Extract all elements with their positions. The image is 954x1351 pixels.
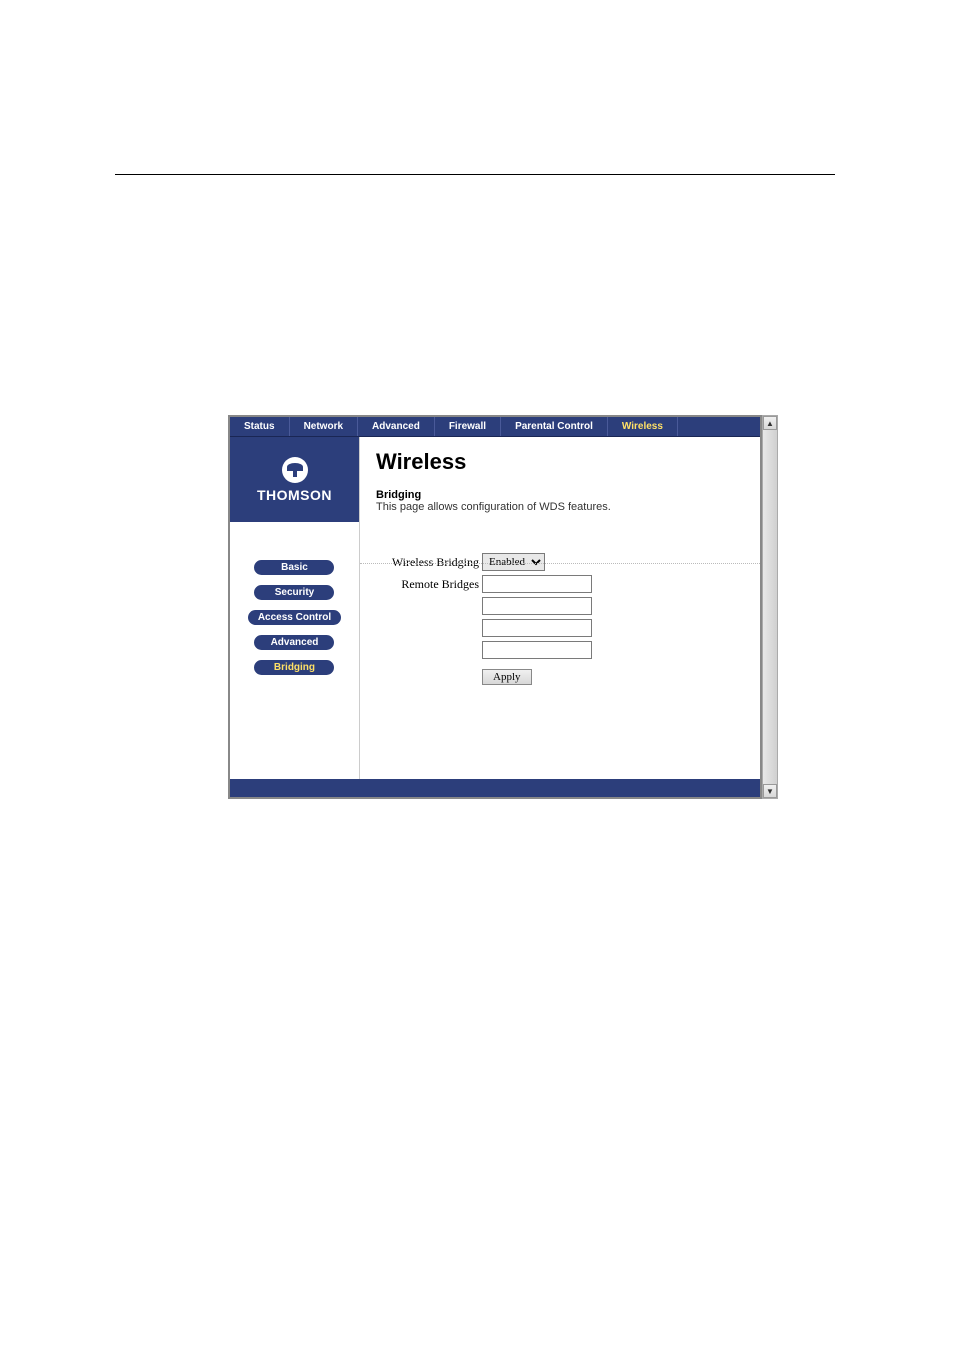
remote-bridge-input-1[interactable] bbox=[482, 575, 592, 593]
nav-label: Network bbox=[304, 421, 343, 432]
nav-tab-network[interactable]: Network bbox=[290, 417, 358, 436]
apply-button[interactable]: Apply bbox=[482, 669, 532, 685]
nav-tab-wireless[interactable]: Wireless bbox=[608, 417, 678, 436]
nav-tab-advanced[interactable]: Advanced bbox=[358, 417, 435, 436]
sidebar-item-label: Access Control bbox=[258, 612, 331, 623]
nav-label: Status bbox=[244, 421, 275, 432]
wireless-bridging-select[interactable]: Enabled bbox=[482, 553, 545, 571]
section-description: This page allows configuration of WDS fe… bbox=[376, 501, 744, 513]
top-nav: Status Network Advanced Firewall Parenta… bbox=[230, 417, 760, 437]
sidebar-item-basic[interactable]: Basic bbox=[254, 560, 334, 575]
sidebar-item-security[interactable]: Security bbox=[254, 585, 334, 600]
scroll-down-arrow-icon[interactable]: ▼ bbox=[763, 784, 777, 798]
main-content: Wireless Bridging This page allows confi… bbox=[360, 437, 760, 797]
nav-tab-parental-control[interactable]: Parental Control bbox=[501, 417, 608, 436]
sidebar-item-bridging[interactable]: Bridging bbox=[254, 660, 334, 675]
content-divider bbox=[360, 563, 760, 564]
vertical-scrollbar[interactable]: ▲ ▼ bbox=[762, 415, 778, 799]
remote-bridge-input-4[interactable] bbox=[482, 641, 592, 659]
sidebar-items: Basic Security Access Control Advanced B… bbox=[248, 522, 341, 675]
remote-bridge-input-2[interactable] bbox=[482, 597, 592, 615]
horizontal-rule bbox=[115, 174, 835, 175]
nav-label: Parental Control bbox=[515, 421, 593, 432]
page-title: Wireless bbox=[376, 449, 744, 475]
section-title: Bridging bbox=[376, 489, 744, 501]
sidebar-item-label: Basic bbox=[281, 562, 308, 573]
remote-bridges-input-stack bbox=[482, 575, 592, 659]
apply-button-label: Apply bbox=[493, 671, 521, 683]
content-wrap: THOMSON Basic Security Access Control Ad… bbox=[230, 437, 760, 797]
sidebar-item-access-control[interactable]: Access Control bbox=[248, 610, 341, 625]
sidebar-item-label: Security bbox=[275, 587, 314, 598]
nav-tab-firewall[interactable]: Firewall bbox=[435, 417, 501, 436]
brand-name: THOMSON bbox=[257, 487, 332, 503]
nav-tab-status[interactable]: Status bbox=[230, 417, 290, 436]
scroll-up-arrow-icon[interactable]: ▲ bbox=[763, 416, 777, 430]
brand-logo-block: THOMSON bbox=[230, 437, 359, 522]
sidebar: THOMSON Basic Security Access Control Ad… bbox=[230, 437, 360, 797]
nav-label: Wireless bbox=[622, 421, 663, 432]
sidebar-item-advanced[interactable]: Advanced bbox=[254, 635, 334, 650]
remote-bridge-input-3[interactable] bbox=[482, 619, 592, 637]
nav-label: Firewall bbox=[449, 421, 486, 432]
router-admin-window: Status Network Advanced Firewall Parenta… bbox=[228, 415, 762, 799]
wireless-bridging-label: Wireless Bridging bbox=[376, 553, 482, 570]
form-row-bridging: Wireless Bridging Enabled bbox=[376, 553, 744, 571]
remote-bridges-label: Remote Bridges bbox=[376, 575, 482, 592]
sidebar-item-label: Advanced bbox=[271, 637, 319, 648]
form-row-remote-bridges: Remote Bridges bbox=[376, 575, 744, 659]
footer-bar bbox=[230, 779, 760, 797]
nav-label: Advanced bbox=[372, 421, 420, 432]
sidebar-item-label: Bridging bbox=[274, 662, 315, 673]
thomson-logo-icon bbox=[282, 457, 308, 483]
